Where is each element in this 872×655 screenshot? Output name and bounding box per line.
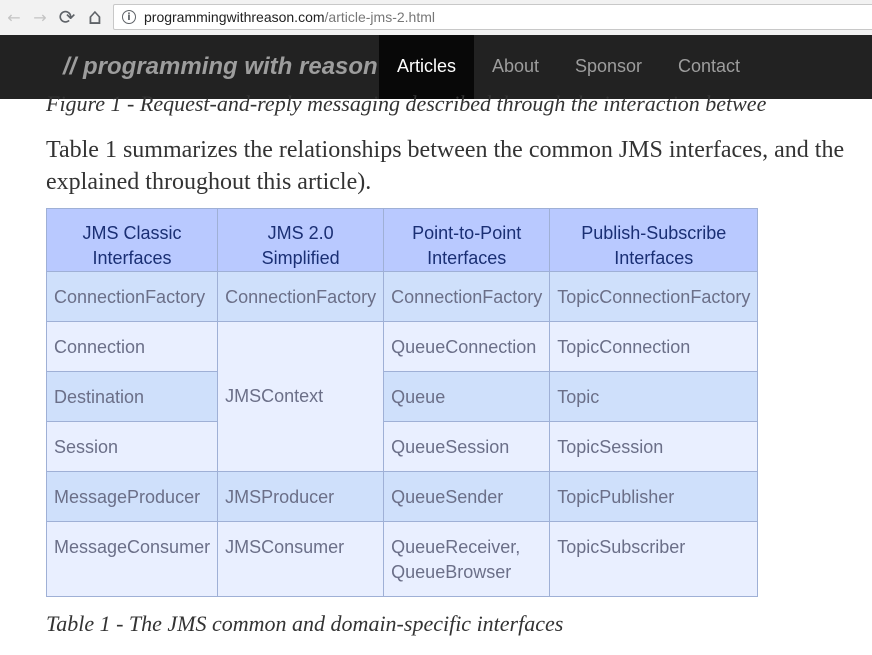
browser-toolbar: ← → ⟳ ⌂ i programmingwithreason.com/arti…: [0, 0, 872, 36]
table-cell: MessageConsumer: [45, 521, 219, 597]
jms-interfaces-table: JMS Classic Interfaces JMS 2.0 Simplified …: [45, 208, 759, 597]
table-cell: TopicConnection: [549, 321, 759, 372]
header-jms-classic: JMS Classic Interfaces: [45, 208, 219, 272]
table-cell: JMSConsumer: [217, 521, 385, 597]
info-icon[interactable]: i: [122, 10, 136, 24]
table-cell: ConnectionFactory: [217, 271, 385, 322]
table-cell: QueueSession: [383, 421, 551, 472]
table-row: Session QueueSession TopicSession: [45, 421, 759, 472]
header-jms-2-simplified: JMS 2.0 Simplified: [217, 208, 385, 272]
url-path: /article-jms-2.html: [324, 9, 435, 25]
table-cell: TopicSubscriber: [549, 521, 759, 597]
table-cell: QueueConnection: [383, 321, 551, 372]
table-cell: Session: [45, 421, 219, 472]
table-cell: Connection: [45, 321, 219, 372]
table-row: MessageProducer JMSProducer QueueSender …: [45, 471, 759, 522]
reload-icon[interactable]: ⟳: [55, 5, 79, 29]
table-caption: Table 1 - The JMS common and domain-spec…: [46, 611, 564, 636]
table-row: Connection JMSContext QueueConnection To…: [45, 321, 759, 472]
table-cell: TopicSession: [549, 421, 759, 472]
table-cell: TopicPublisher: [549, 471, 759, 522]
forward-arrow-icon[interactable]: →: [28, 5, 52, 29]
table-cell: TopicConnectionFactory: [549, 271, 759, 322]
nav-contact[interactable]: Contact: [666, 35, 752, 99]
paragraph-line: explained throughout this article).: [46, 169, 372, 195]
nav-about[interactable]: About: [478, 35, 553, 99]
table-cell: MessageProducer: [45, 471, 219, 522]
cell-line: QueueReceiver,: [391, 537, 521, 557]
nav-sponsor[interactable]: Sponsor: [561, 35, 656, 99]
table-cell: Queue: [383, 371, 551, 422]
table-cell: ConnectionFactory: [45, 271, 219, 322]
paragraph-line: Table 1 summarizes the relationships bet…: [46, 137, 845, 163]
header-point-to-point: Point-to-Point Interfaces: [383, 208, 551, 272]
address-bar[interactable]: i programmingwithreason.com/article-jms-…: [113, 4, 872, 30]
figure-caption: Figure 1 - Request-and-reply messaging d…: [46, 91, 767, 116]
table-cell: JMSProducer: [217, 471, 385, 522]
table-cell: QueueSender: [383, 471, 551, 522]
table-row: ConnectionFactory ConnectionFactory Conn…: [45, 271, 759, 322]
url-host: programmingwithreason.com: [144, 9, 325, 25]
table-cell-jmscontext: JMSContext: [217, 321, 385, 472]
table-cell: QueueReceiver, QueueBrowser: [383, 521, 551, 597]
home-icon[interactable]: ⌂: [83, 5, 107, 30]
article-paragraph: Table 1 summarizes the relationships bet…: [46, 134, 872, 198]
table-cell: Destination: [45, 371, 219, 422]
table-row: Destination Queue Topic: [45, 371, 759, 422]
header-publish-subscribe: Publish-Subscribe Interfaces: [549, 208, 759, 272]
table-header-row: JMS Classic Interfaces JMS 2.0 Simplified …: [45, 208, 759, 272]
cell-line: QueueBrowser: [391, 562, 512, 582]
table-cell: Topic: [549, 371, 759, 422]
site-navbar: // programming with reason Articles Abou…: [0, 35, 872, 99]
nav-articles[interactable]: Articles: [379, 35, 474, 99]
back-arrow-icon[interactable]: ←: [2, 5, 26, 29]
table-cell: ConnectionFactory: [383, 271, 551, 322]
site-brand[interactable]: // programming with reason: [63, 35, 378, 99]
table-row: MessageConsumer JMSConsumer QueueReceive…: [45, 521, 759, 597]
